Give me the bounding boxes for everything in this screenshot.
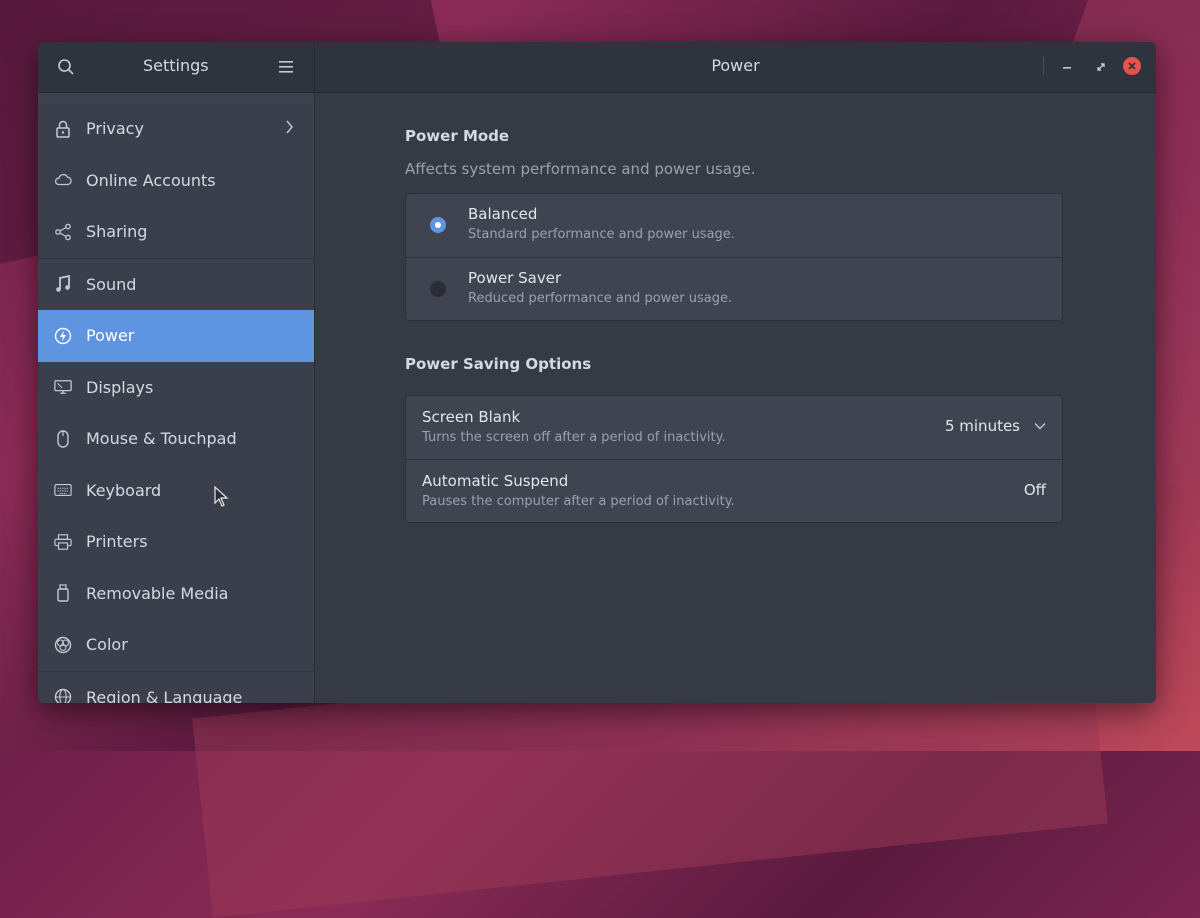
sidebar-title: Settings xyxy=(143,56,209,75)
sidebar-item-label: Displays xyxy=(86,377,154,397)
display-icon xyxy=(54,378,72,396)
sidebar-item-label: Keyboard xyxy=(86,480,162,500)
settings-window: Settings Power Privacy Online Accounts S… xyxy=(38,42,1156,703)
close-button[interactable] xyxy=(1123,57,1141,75)
screen-blank-description: Turns the screen off after a period of i… xyxy=(422,430,726,445)
color-icon xyxy=(54,636,72,654)
printer-icon xyxy=(54,533,72,551)
balanced-radio[interactable] xyxy=(430,217,446,233)
sidebar-item-label: Color xyxy=(86,635,128,655)
balanced-description: Standard performance and power usage. xyxy=(468,227,735,242)
sidebar-item-sharing[interactable]: Sharing xyxy=(38,206,314,258)
automatic-suspend-label: Automatic Suspend xyxy=(422,472,569,490)
hamburger-menu-icon xyxy=(279,61,293,73)
automatic-suspend-value: Off xyxy=(1023,481,1046,499)
minimize-icon xyxy=(1063,67,1071,69)
chevron-down-icon xyxy=(1034,422,1046,430)
search-icon xyxy=(58,59,74,75)
sidebar-item-mouse-touchpad[interactable]: Mouse & Touchpad xyxy=(38,413,314,465)
page-title: Power xyxy=(711,56,760,75)
chevron-right-icon xyxy=(286,119,294,138)
sidebar-item-label: Online Accounts xyxy=(86,170,216,190)
keyboard-icon xyxy=(54,481,72,499)
search-button[interactable] xyxy=(54,55,78,79)
power-saving-heading: Power Saving Options xyxy=(405,355,592,373)
close-icon xyxy=(1128,62,1136,70)
sidebar-item-printers[interactable]: Printers xyxy=(38,516,314,568)
main-content: Power Mode Affects system performance an… xyxy=(315,93,1156,703)
lock-icon xyxy=(54,120,72,138)
power-saver-radio[interactable] xyxy=(430,281,446,297)
sidebar-item-label: Sound xyxy=(86,274,137,294)
sidebar-item-online-accounts[interactable]: Online Accounts xyxy=(38,155,314,207)
screen-blank-label: Screen Blank xyxy=(422,408,521,426)
power-icon xyxy=(54,327,72,345)
sidebar-item-privacy[interactable]: Privacy xyxy=(38,103,314,155)
sidebar-item-color[interactable]: Color xyxy=(38,619,314,671)
usb-drive-icon xyxy=(54,584,72,602)
maximize-icon xyxy=(1097,63,1105,71)
sidebar-item-sound[interactable]: Sound xyxy=(38,257,314,311)
screen-blank-row[interactable]: Screen Blank Turns the screen off after … xyxy=(406,396,1062,460)
sidebar-scroll-top xyxy=(38,93,314,103)
sidebar-item-label: Sharing xyxy=(86,222,148,242)
mouse-icon xyxy=(54,430,72,448)
sidebar-item-displays[interactable]: Displays xyxy=(38,362,314,414)
screen-blank-value: 5 minutes xyxy=(944,417,1020,435)
automatic-suspend-description: Pauses the computer after a period of in… xyxy=(422,494,735,509)
power-mode-card: Balanced Standard performance and power … xyxy=(405,193,1063,321)
sidebar-item-label: Mouse & Touchpad xyxy=(86,429,237,449)
power-mode-subtitle: Affects system performance and power usa… xyxy=(405,160,756,178)
power-saving-card: Screen Blank Turns the screen off after … xyxy=(405,395,1063,523)
share-icon xyxy=(54,223,72,241)
mouse-cursor-icon xyxy=(214,485,230,512)
sidebar-item-power[interactable]: Power xyxy=(38,310,314,362)
sidebar-item-label: Printers xyxy=(86,532,148,552)
sidebar-item-label: Power xyxy=(86,326,135,346)
sidebar-header: Settings xyxy=(38,42,315,93)
power-mode-heading: Power Mode xyxy=(405,127,510,145)
sidebar-item-label: Removable Media xyxy=(86,583,229,603)
screen-blank-dropdown[interactable]: 5 minutes xyxy=(945,417,1046,435)
header-bar: Power xyxy=(315,42,1156,93)
sidebar-item-region-language[interactable]: Region & Language xyxy=(38,670,314,703)
sidebar-item-removable-media[interactable]: Removable Media xyxy=(38,568,314,620)
automatic-suspend-row[interactable]: Automatic Suspend Pauses the computer af… xyxy=(406,460,1062,522)
sidebar-item-keyboard[interactable]: Keyboard xyxy=(38,465,314,517)
globe-icon xyxy=(54,688,72,703)
minimize-button[interactable] xyxy=(1055,55,1079,79)
power-mode-balanced-row[interactable]: Balanced Standard performance and power … xyxy=(406,194,1062,258)
sidebar-item-label: Privacy xyxy=(86,119,144,139)
power-saver-description: Reduced performance and power usage. xyxy=(468,291,733,306)
cloud-icon xyxy=(54,171,72,189)
power-saver-label: Power Saver xyxy=(468,269,562,287)
sidebar-item-label: Region & Language xyxy=(86,687,243,703)
power-mode-saver-row[interactable]: Power Saver Reduced performance and powe… xyxy=(406,258,1062,320)
header-divider xyxy=(1043,57,1044,75)
menu-button[interactable] xyxy=(274,55,298,79)
sidebar: Privacy Online Accounts Sharing Sound Po… xyxy=(38,93,315,703)
maximize-button[interactable] xyxy=(1089,55,1113,79)
balanced-label: Balanced xyxy=(468,205,538,223)
music-note-icon xyxy=(54,275,72,293)
